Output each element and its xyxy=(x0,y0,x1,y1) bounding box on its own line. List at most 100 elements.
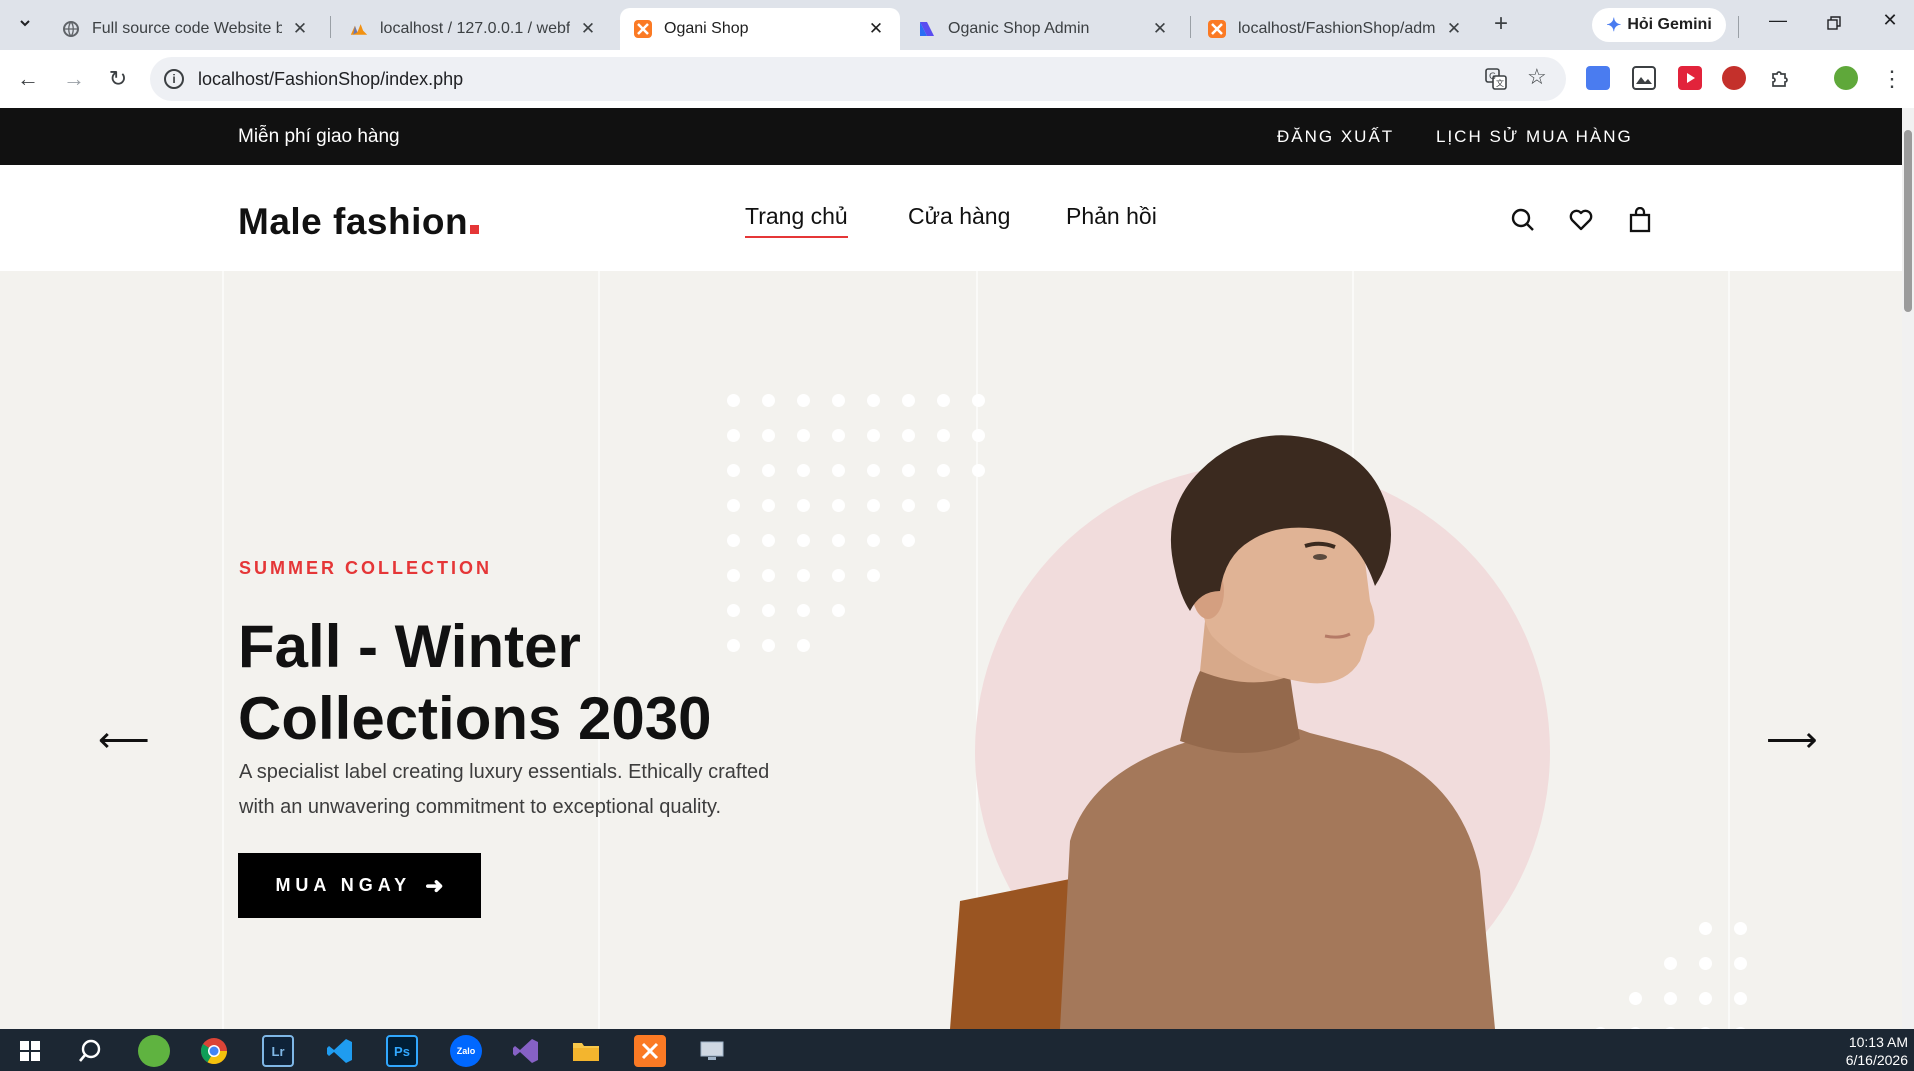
svg-text:文: 文 xyxy=(1496,78,1504,88)
search-icon[interactable] xyxy=(74,1035,106,1067)
shop-now-button[interactable]: MUA NGAY ➜ xyxy=(238,853,481,918)
remote-desktop-icon[interactable] xyxy=(696,1035,728,1067)
translate-icon[interactable]: G文 xyxy=(1485,68,1507,90)
prev-slide-arrow-icon[interactable]: ⟵ xyxy=(98,719,150,761)
video-extension-icon[interactable] xyxy=(1678,66,1702,90)
logo-dot xyxy=(470,225,480,234)
browser-tab[interactable]: Oganic Shop Admin ✕ xyxy=(904,8,1184,50)
search-icon[interactable] xyxy=(1510,207,1536,233)
clock-time: 10:13 AM xyxy=(1848,1034,1908,1050)
reload-icon[interactable]: ↻ xyxy=(104,65,132,93)
photoshop-icon[interactable]: Ps xyxy=(386,1035,418,1067)
scrollbar-thumb[interactable] xyxy=(1904,130,1912,312)
tab-separator xyxy=(1190,16,1191,38)
decorative-dot xyxy=(867,464,880,477)
decorative-dot xyxy=(797,604,810,617)
decorative-dot xyxy=(727,639,740,652)
nav-home[interactable]: Trang chủ xyxy=(745,203,848,238)
tab-title: localhost/FashionShop/admin xyxy=(1238,20,1436,37)
nav-shop[interactable]: Cửa hàng xyxy=(908,203,1010,230)
xampp-icon[interactable] xyxy=(634,1035,666,1067)
seo-extension-icon[interactable] xyxy=(1722,66,1746,90)
browser-tab[interactable]: localhost/FashionShop/admin ✕ xyxy=(1194,8,1478,50)
close-tab-icon[interactable]: ✕ xyxy=(866,19,886,39)
close-window-icon[interactable]: ✕ xyxy=(1870,10,1910,38)
tab-title: localhost / 127.0.0.1 / webfast xyxy=(380,20,570,37)
address-bar[interactable]: i localhost/FashionShop/index.php G文 ☆ xyxy=(150,57,1566,101)
decorative-dot xyxy=(727,499,740,512)
next-slide-arrow-icon[interactable]: ⟶ xyxy=(1766,719,1818,761)
forward-icon[interactable]: → xyxy=(60,65,88,93)
nav-feedback[interactable]: Phản hồi xyxy=(1066,203,1157,230)
decorative-dot xyxy=(832,534,845,547)
zalo-icon[interactable]: Zalo xyxy=(450,1035,482,1067)
decorative-dot xyxy=(1734,992,1747,1005)
logout-link[interactable]: ĐĂNG XUẤT xyxy=(1277,127,1394,147)
xampp-icon xyxy=(1208,20,1226,38)
browser-tab-active[interactable]: Ogani Shop ✕ xyxy=(620,8,900,50)
file-explorer-icon[interactable] xyxy=(570,1035,602,1067)
hero-description: A specialist label creating luxury essen… xyxy=(239,761,770,818)
decorative-dot xyxy=(797,639,810,652)
lightroom-icon[interactable]: Lr xyxy=(262,1035,294,1067)
browser-tab[interactable]: Full source code Website bán ✕ xyxy=(48,8,324,50)
decorative-dot xyxy=(797,394,810,407)
phpmyadmin-icon xyxy=(350,20,368,38)
tab-separator xyxy=(330,16,331,38)
hero-eyebrow: SUMMER COLLECTION xyxy=(239,558,492,578)
decorative-dot xyxy=(762,499,775,512)
close-tab-icon[interactable]: ✕ xyxy=(1444,19,1464,39)
decorative-dot xyxy=(1734,957,1747,970)
decorative-dot xyxy=(902,464,915,477)
minimize-icon[interactable]: — xyxy=(1758,10,1798,38)
decorative-dot xyxy=(762,464,775,477)
decorative-dot xyxy=(1699,957,1712,970)
clock-date: 6/16/2026 xyxy=(1845,1052,1908,1068)
decorative-dot xyxy=(867,534,880,547)
coccoc-browser-icon[interactable] xyxy=(138,1035,170,1067)
page-scrollbar[interactable] xyxy=(1902,108,1914,1029)
close-tab-icon[interactable]: ✕ xyxy=(290,19,310,39)
extensions-puzzle-icon[interactable] xyxy=(1768,66,1792,90)
decorative-dot xyxy=(902,429,915,442)
vscode-icon[interactable] xyxy=(324,1035,356,1067)
logo-text: Male fashion xyxy=(238,201,469,242)
browser-tab[interactable]: localhost / 127.0.0.1 / webfast ✕ xyxy=(336,8,612,50)
browser-menu-icon[interactable]: ⋮ xyxy=(1878,65,1906,93)
decorative-dot xyxy=(867,499,880,512)
browser-toolbar: ← → ↻ i localhost/FashionShop/index.php … xyxy=(0,50,1914,108)
chrome-icon[interactable] xyxy=(198,1035,230,1067)
tab-search-button[interactable] xyxy=(12,10,38,36)
decorative-dot xyxy=(727,429,740,442)
image-extension-icon[interactable] xyxy=(1632,66,1656,90)
hero-headline: Fall - Winter Collections 2030 xyxy=(238,611,712,755)
decorative-dot xyxy=(832,499,845,512)
xampp-icon xyxy=(634,20,652,38)
purchase-history-link[interactable]: LỊCH SỬ MUA HÀNG xyxy=(1436,127,1633,147)
decorative-dot xyxy=(762,639,775,652)
profile-avatar[interactable] xyxy=(1834,66,1858,90)
system-clock[interactable]: 10:13 AM 6/16/2026 xyxy=(1846,1033,1908,1069)
site-logo[interactable]: Male fashion xyxy=(238,201,480,243)
hero-headline-line2: Collections 2030 xyxy=(238,685,712,752)
decorative-dot xyxy=(1734,922,1747,935)
decorative-dot xyxy=(972,394,985,407)
close-tab-icon[interactable]: ✕ xyxy=(1150,19,1170,39)
site-info-icon[interactable]: i xyxy=(164,69,184,89)
decorative-dot xyxy=(797,499,810,512)
heart-icon[interactable] xyxy=(1568,207,1594,233)
windows-start-icon[interactable] xyxy=(14,1035,46,1067)
bookmark-star-icon[interactable]: ☆ xyxy=(1527,64,1547,90)
decorative-dot xyxy=(727,394,740,407)
new-tab-button[interactable]: + xyxy=(1488,12,1514,38)
google-translate-extension-icon[interactable] xyxy=(1586,66,1610,90)
tab-title: Full source code Website bán xyxy=(92,20,282,37)
gemini-sparkle-icon: ✦ xyxy=(1606,14,1622,35)
gemini-button[interactable]: ✦ Hỏi Gemini xyxy=(1592,8,1726,42)
shopping-bag-icon[interactable] xyxy=(1627,206,1653,233)
visual-studio-icon[interactable] xyxy=(510,1035,542,1067)
url-text[interactable]: localhost/FashionShop/index.php xyxy=(198,69,463,90)
back-icon[interactable]: ← xyxy=(14,65,42,93)
restore-icon[interactable] xyxy=(1814,10,1854,38)
close-tab-icon[interactable]: ✕ xyxy=(578,19,598,39)
